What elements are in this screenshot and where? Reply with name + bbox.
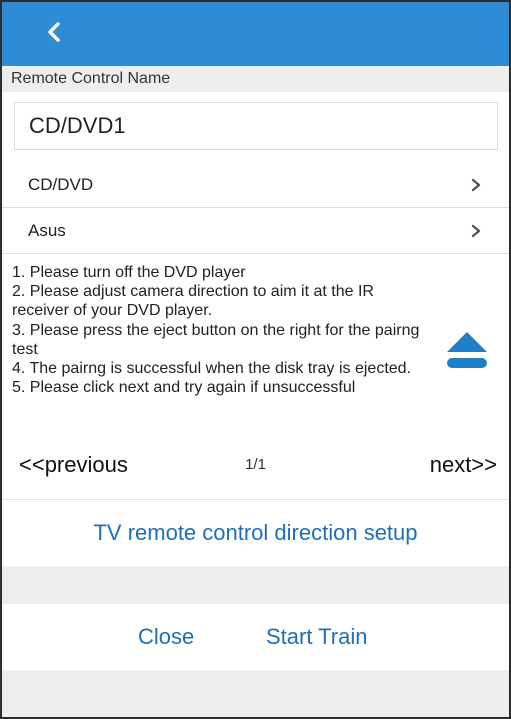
close-button[interactable]: Close	[138, 604, 194, 670]
brand-value: Asus	[28, 221, 66, 240]
instruction-steps: 1. Please turn off the DVD player 2. Ple…	[12, 263, 432, 397]
device-type-value: CD/DVD	[28, 175, 94, 194]
app-screen: Remote Control Name CD/DVD Asus 1. Pleas…	[1, 1, 510, 718]
instruction-step: 4. The pairng is successful when the dis…	[12, 360, 412, 378]
direction-setup-button[interactable]: TV remote control direction setup	[2, 500, 509, 566]
device-type-selector[interactable]: CD/DVD	[2, 162, 509, 208]
pairing-instructions-panel: 1. Please turn off the DVD player 2. Ple…	[2, 254, 509, 500]
chevron-right-icon	[471, 224, 481, 238]
eject-icon	[447, 332, 487, 368]
brand-selector[interactable]: Asus	[2, 208, 509, 254]
remote-name-field-container	[2, 92, 509, 162]
start-train-button[interactable]: Start Train	[266, 604, 367, 670]
bottom-spacer	[2, 670, 509, 717]
remote-name-label: Remote Control Name	[2, 66, 509, 92]
instruction-step: 2. Please adjust camera direction to aim…	[12, 283, 374, 320]
chevron-right-icon	[471, 178, 481, 192]
instruction-step: 1. Please turn off the DVD player	[12, 264, 246, 281]
pager: <<previous 1/1 next>>	[2, 450, 509, 486]
chevron-left-icon	[48, 22, 60, 42]
instruction-step: 3. Please press the eject button on the …	[12, 321, 420, 358]
top-app-bar	[2, 2, 509, 66]
eject-button[interactable]	[445, 328, 489, 372]
back-button[interactable]	[38, 16, 70, 48]
remote-name-input[interactable]	[14, 102, 498, 150]
instruction-step: 5. Please click next and try again if un…	[12, 379, 356, 397]
next-button[interactable]: next>>	[430, 452, 497, 478]
section-spacer	[2, 566, 509, 604]
action-bar: Close Start Train	[2, 604, 509, 670]
